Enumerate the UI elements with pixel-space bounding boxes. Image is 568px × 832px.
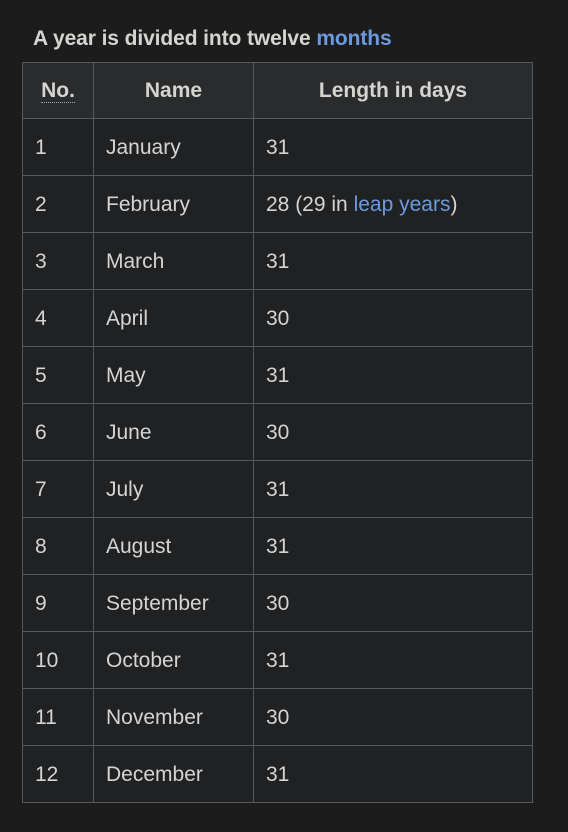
cell-month-name: May <box>93 346 254 404</box>
cell-length-in-days: 30 <box>253 403 533 461</box>
column-header-name: Name <box>93 62 254 119</box>
cell-length-in-days: 30 <box>253 688 533 746</box>
table-row: 12 December 31 <box>22 745 533 803</box>
cell-number: 6 <box>22 403 94 461</box>
page-title-text: A year is divided into twelve <box>33 27 317 50</box>
cell-month-name: June <box>93 403 254 461</box>
cell-number: 2 <box>22 175 94 233</box>
length-text: 30 <box>266 306 290 330</box>
length-text: 31 <box>266 648 290 672</box>
length-text: 30 <box>266 591 290 615</box>
length-text: 31 <box>266 249 290 273</box>
table-row: 7 July 31 <box>22 460 533 518</box>
cell-length-in-days: 31 <box>253 631 533 689</box>
table-row: 3 March 31 <box>22 232 533 290</box>
cell-number: 8 <box>22 517 94 575</box>
cell-length-in-days: 31 <box>253 460 533 518</box>
cell-month-name: November <box>93 688 254 746</box>
cell-month-name: September <box>93 574 254 632</box>
table-row: 4 April 30 <box>22 289 533 347</box>
cell-month-name: July <box>93 460 254 518</box>
table-row: 1 January 31 <box>22 118 533 176</box>
cell-length-in-days: 31 <box>253 517 533 575</box>
cell-number: 5 <box>22 346 94 404</box>
table-row: 10 October 31 <box>22 631 533 689</box>
table-body: 1 January 31 2 February 28 (29 in leap years)… <box>22 118 533 803</box>
cell-length-in-days: 31 <box>253 118 533 176</box>
column-header-no: No. <box>22 62 94 119</box>
page-title: A year is divided into twelve months <box>22 0 546 62</box>
cell-length-in-days: 31 <box>253 745 533 803</box>
table-row: 9 September 30 <box>22 574 533 632</box>
length-text: 31 <box>266 762 290 786</box>
cell-number: 7 <box>22 460 94 518</box>
cell-number: 10 <box>22 631 94 689</box>
leap-years-link[interactable]: leap years <box>354 193 451 216</box>
cell-month-name: October <box>93 631 254 689</box>
table-row: 2 February 28 (29 in leap years) <box>22 175 533 233</box>
cell-number: 4 <box>22 289 94 347</box>
cell-length-in-days: 28 (29 in leap years) <box>253 175 533 233</box>
length-text: 31 <box>266 477 290 501</box>
cell-number: 3 <box>22 232 94 290</box>
table-row: 8 August 31 <box>22 517 533 575</box>
length-text-suffix: ) <box>450 192 458 216</box>
table-row: 5 May 31 <box>22 346 533 404</box>
cell-month-name: August <box>93 517 254 575</box>
cell-month-name: January <box>93 118 254 176</box>
cell-length-in-days: 30 <box>253 289 533 347</box>
months-link[interactable]: months <box>316 27 391 50</box>
length-text: 31 <box>266 135 290 159</box>
length-text: 30 <box>266 420 290 444</box>
cell-number: 12 <box>22 745 94 803</box>
length-text: 31 <box>266 534 290 558</box>
cell-month-name: March <box>93 232 254 290</box>
cell-number: 1 <box>22 118 94 176</box>
length-text: 31 <box>266 363 290 387</box>
length-text: 30 <box>266 705 290 729</box>
cell-month-name: April <box>93 289 254 347</box>
months-table: No. Name Length in days 1 January 31 2 Febru… <box>22 62 533 803</box>
cell-length-in-days: 31 <box>253 346 533 404</box>
cell-length-in-days: 31 <box>253 232 533 290</box>
length-text: 28 (29 in <box>266 192 354 216</box>
table-header-row: No. Name Length in days <box>22 62 533 119</box>
table-row: 6 June 30 <box>22 403 533 461</box>
table-row: 11 November 30 <box>22 688 533 746</box>
table-header: No. Name Length in days <box>22 62 533 119</box>
cell-number: 9 <box>22 574 94 632</box>
cell-month-name: December <box>93 745 254 803</box>
column-header-length: Length in days <box>253 62 533 119</box>
article-page: A year is divided into twelve months No.… <box>0 0 568 832</box>
cell-month-name: February <box>93 175 254 233</box>
no-abbr[interactable]: No. <box>41 79 75 103</box>
cell-number: 11 <box>22 688 94 746</box>
cell-length-in-days: 30 <box>253 574 533 632</box>
